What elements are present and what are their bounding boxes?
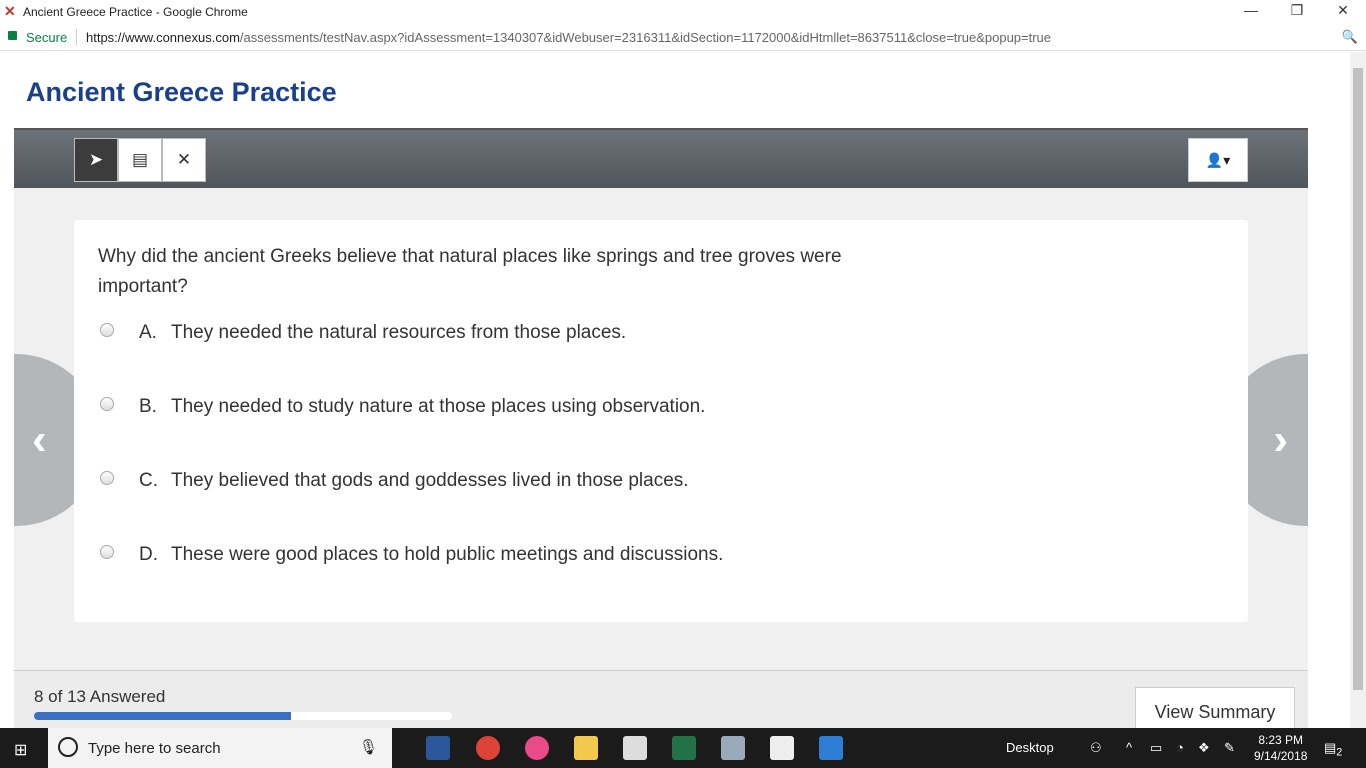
show-hidden-icons-icon[interactable]: ^ — [1126, 740, 1132, 755]
progress-bar — [34, 712, 452, 720]
window-title: Ancient Greece Practice - Google Chrome — [23, 5, 248, 19]
option-d[interactable]: D. These were good places to hold public … — [100, 540, 723, 570]
restore-button[interactable]: ❐ — [1274, 2, 1320, 19]
dropbox-icon[interactable]: ❖ — [1198, 740, 1210, 756]
pointer-tool-button[interactable]: ➤ — [74, 138, 118, 182]
notification-count: 2 — [1336, 746, 1343, 759]
option-text: They believed that gods and goddesses li… — [171, 470, 689, 491]
option-letter: D. — [139, 544, 158, 565]
date: 9/14/2018 — [1254, 749, 1308, 763]
option-text: They needed to study nature at those pla… — [171, 396, 706, 417]
close-window-button[interactable]: ✕ — [1320, 2, 1366, 19]
scrollbar[interactable] — [1350, 52, 1366, 728]
chrome-icon[interactable] — [476, 736, 500, 760]
photos-icon[interactable] — [770, 736, 794, 760]
pointer-icon: ➤ — [88, 150, 104, 169]
chevron-left-icon: ‹ — [32, 415, 47, 464]
clock[interactable]: 8:23 PM 9/14/2018 — [1254, 732, 1307, 764]
note-tool-button[interactable]: ▤ — [118, 138, 162, 182]
user-menu-button[interactable]: 👤▾ — [1188, 138, 1248, 182]
browser-titlebar: ✕ Ancient Greece Practice - Google Chrom… — [0, 0, 1366, 24]
progress-fill — [34, 712, 292, 720]
scrollbar-thumb[interactable] — [1353, 68, 1363, 690]
tool-bar: ➤ ▤ ✕ 👤▾ — [14, 130, 1308, 188]
question-card: Why did the ancient Greeks believe that … — [74, 220, 1248, 622]
microphone-icon[interactable]: 🎙 — [359, 738, 378, 756]
option-a[interactable]: A. They needed the natural resources from… — [100, 318, 626, 348]
divider — [76, 29, 77, 45]
time: 8:23 PM — [1258, 733, 1304, 747]
people-icon[interactable]: ⚇ — [1090, 740, 1102, 756]
search-placeholder: Type here to search — [88, 740, 221, 757]
taskbar: ⊞ Type here to search 🎙 Desktop ⚇ ^ ▭ ◔ … — [0, 728, 1366, 768]
option-letter: C. — [139, 470, 158, 491]
footer: 8 of 13 Answered View Summary — [14, 670, 1308, 737]
news-icon[interactable] — [819, 736, 843, 760]
answered-count: 8 of 13 Answered — [34, 687, 166, 706]
option-b[interactable]: B. They needed to study nature at those p… — [100, 392, 705, 422]
minimize-button[interactable]: — — [1228, 2, 1274, 18]
address-bar[interactable]: Secure https://www.connexus.com/assessme… — [0, 24, 1366, 51]
option-c[interactable]: C. They believed that gods and goddesses … — [100, 466, 689, 496]
desktop-toolbar[interactable]: Desktop — [1006, 740, 1054, 755]
app-icon[interactable] — [721, 736, 745, 760]
lock-icon — [8, 31, 17, 40]
page-title: Ancient Greece Practice — [26, 77, 337, 107]
note-icon: ▤ — [131, 150, 149, 169]
notifications-icon[interactable]: ▤2 — [1324, 740, 1342, 759]
connexus-logo-icon: ✕ — [4, 3, 16, 19]
chevron-right-icon: › — [1273, 415, 1288, 464]
secure-label: Secure — [26, 30, 68, 45]
radio-a[interactable] — [100, 323, 114, 337]
question-text: Why did the ancient Greeks believe that … — [98, 246, 842, 297]
battery-icon[interactable]: ▭ — [1150, 740, 1162, 756]
pen-icon[interactable]: ✎ — [1224, 740, 1235, 756]
file-explorer-icon[interactable] — [574, 736, 598, 760]
option-letter: B. — [139, 396, 157, 417]
itunes-icon[interactable] — [525, 736, 549, 760]
taskbar-search[interactable]: Type here to search 🎙 — [48, 728, 392, 768]
assessment-frame: ➤ ▤ ✕ 👤▾ ‹ › Why did the ancient Greeks … — [14, 128, 1308, 737]
radio-c[interactable] — [100, 471, 114, 485]
calculator-icon[interactable] — [623, 736, 647, 760]
url-text[interactable]: https://www.connexus.com/assessments/tes… — [86, 30, 1051, 45]
windows-start-icon[interactable]: ⊞ — [14, 740, 27, 760]
option-letter: A. — [139, 322, 157, 343]
word-icon[interactable] — [426, 736, 450, 760]
radio-b[interactable] — [100, 397, 114, 411]
option-text: These were good places to hold public me… — [171, 544, 724, 565]
wifi-icon[interactable]: ◔ — [1176, 740, 1184, 755]
eliminate-tool-button[interactable]: ✕ — [162, 138, 206, 182]
eliminate-icon: ✕ — [176, 150, 192, 169]
radio-d[interactable] — [100, 545, 114, 559]
excel-icon[interactable] — [672, 736, 696, 760]
option-text: They needed the natural resources from t… — [171, 322, 627, 343]
zoom-icon[interactable]: 🔍 — [1342, 29, 1358, 45]
user-icon: 👤▾ — [1205, 151, 1231, 168]
cortana-icon — [58, 737, 78, 757]
